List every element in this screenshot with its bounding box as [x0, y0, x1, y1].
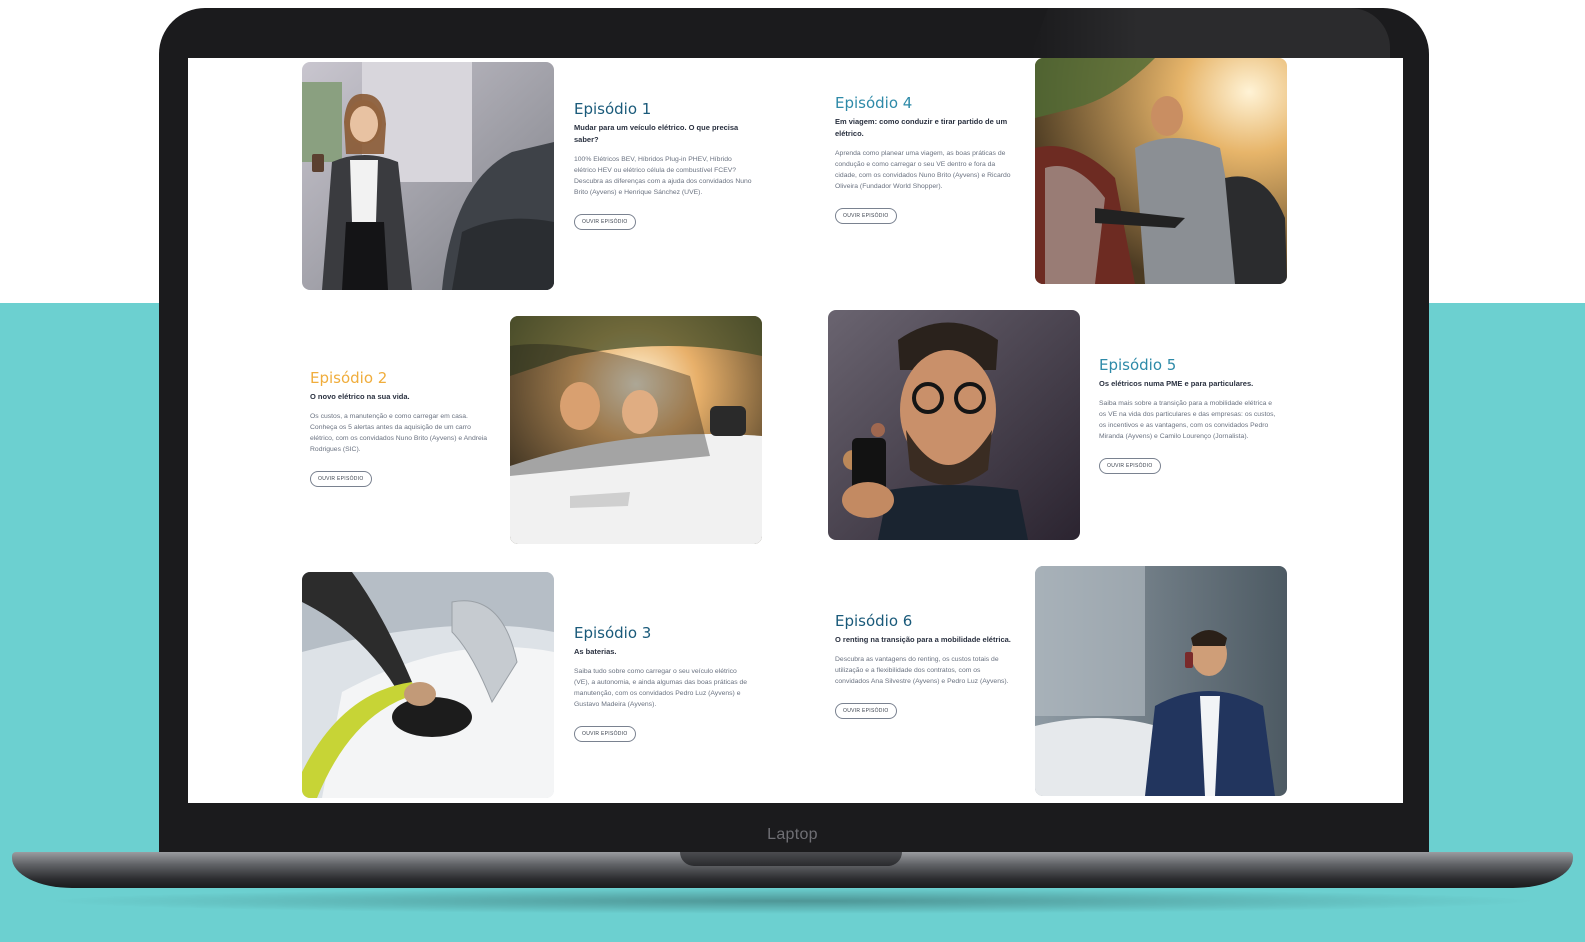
episode-2-text: Episódio 2 O novo elétrico na sua vida. …: [310, 369, 488, 487]
laptop-hinge-notch: [680, 852, 902, 866]
episode-3-text: Episódio 3 As baterias. Saiba tudo sobre…: [574, 624, 754, 742]
episode-subtitle: Em viagem: como conduzir e tirar partido…: [835, 117, 1008, 138]
episode-description: Saiba tudo sobre como carregar o seu veí…: [574, 668, 748, 708]
episode-3-photo: [302, 572, 554, 798]
episode-1-text: Episódio 1 Mudar para um veículo elétric…: [574, 100, 754, 230]
laptop-screen: Episódio 1 Mudar para um veículo elétric…: [188, 58, 1403, 803]
listen-episode-button[interactable]: OUVIR EPISÓDIO: [1099, 458, 1161, 474]
episode-4-photo: [1035, 58, 1287, 284]
episode-title: Episódio 6: [835, 612, 913, 630]
listen-episode-button[interactable]: OUVIR EPISÓDIO: [574, 214, 636, 230]
listen-episode-button[interactable]: OUVIR EPISÓDIO: [310, 471, 372, 487]
episode-5-photo: [828, 310, 1080, 540]
episode-title: Episódio 4: [835, 94, 913, 112]
episode-2-photo: [510, 316, 762, 544]
episode-subtitle: O novo elétrico na sua vida.: [310, 392, 410, 401]
listen-episode-button[interactable]: OUVIR EPISÓDIO: [835, 208, 897, 224]
episode-description: Aprenda como planear uma viagem, as boas…: [835, 150, 1011, 190]
episode-title: Episódio 2: [310, 369, 388, 387]
episode-description: Os custos, a manutenção e como carregar …: [310, 413, 488, 453]
episode-5-text: Episódio 5 Os elétricos numa PME e para …: [1099, 356, 1279, 474]
listen-episode-button[interactable]: OUVIR EPISÓDIO: [835, 703, 897, 719]
episode-subtitle: O renting na transição para a mobilidade…: [835, 635, 1011, 644]
episode-1-photo: [302, 62, 554, 290]
episode-6-photo: [1035, 566, 1287, 796]
episode-subtitle: Mudar para um veículo elétrico. O que pr…: [574, 123, 739, 144]
episode-title: Episódio 5: [1099, 356, 1177, 374]
episode-subtitle: As baterias.: [574, 647, 617, 656]
episode-description: Descubra as vantagens do renting, os cus…: [835, 656, 1009, 685]
episode-description: 100% Elétricos BEV, Híbridos Plug-in PHE…: [574, 156, 752, 196]
episode-description: Saiba mais sobre a transição para a mobi…: [1099, 400, 1276, 440]
episode-title: Episódio 1: [574, 100, 652, 118]
device-label: Laptop: [767, 826, 818, 843]
episode-6-text: Episódio 6 O renting na transição para a…: [835, 612, 1015, 719]
episode-subtitle: Os elétricos numa PME e para particulare…: [1099, 379, 1254, 388]
episode-title: Episódio 3: [574, 624, 652, 642]
episode-4-text: Episódio 4 Em viagem: como conduzir e ti…: [835, 94, 1015, 224]
laptop-shadow: [40, 888, 1545, 914]
lid-glare: [1030, 8, 1390, 58]
listen-episode-button[interactable]: OUVIR EPISÓDIO: [574, 726, 636, 742]
